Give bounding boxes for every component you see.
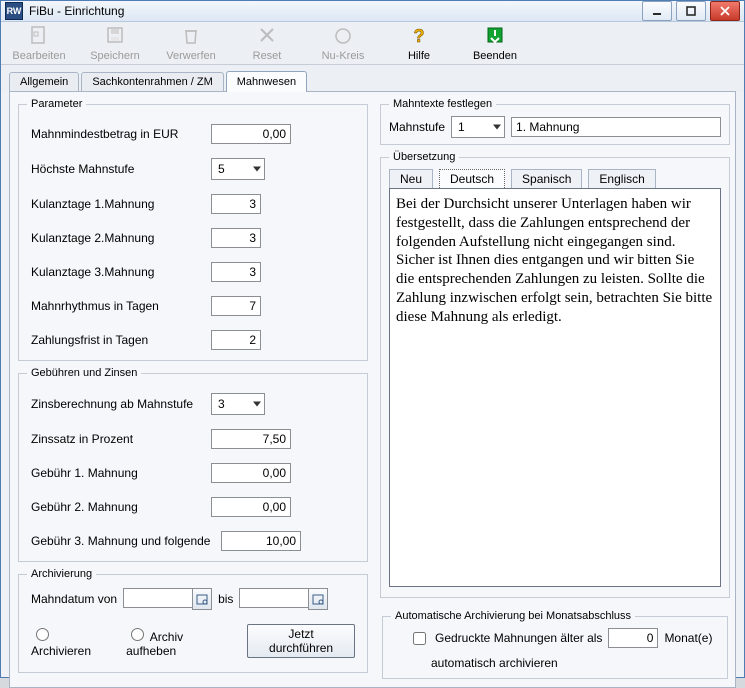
maximize-button[interactable]	[676, 1, 706, 21]
help-button[interactable]: ? Hilfe	[381, 22, 457, 64]
svg-text:?: ?	[414, 26, 425, 46]
minimize-button[interactable]	[642, 1, 672, 21]
tab-mahnwesen[interactable]: Mahnwesen	[226, 71, 307, 92]
auto-archiv-text2: automatisch archivieren	[431, 656, 558, 670]
mahntexte-legend: Mahntexte festlegen	[389, 98, 496, 110]
main-window: RW FiBu - Einrichtung Bearbeiten S	[0, 0, 745, 678]
kulanz2-label: Kulanztage 2.Mahnung	[27, 231, 211, 245]
mahndatum-von-label: Mahndatum von	[31, 592, 117, 606]
jetzt-durchfuehren-button[interactable]: Jetzt durchführen	[247, 624, 355, 658]
uebersetzung-legend: Übersetzung	[389, 151, 459, 163]
trans-tab-neu[interactable]: Neu	[389, 169, 433, 188]
geb1-input[interactable]	[211, 463, 291, 483]
zinsab-label: Zinsberechnung ab Mahnstufe	[27, 397, 211, 411]
mahnmin-input[interactable]	[211, 124, 291, 144]
exit-button[interactable]: Beenden	[457, 22, 533, 64]
zinsab-select[interactable]: 3	[211, 393, 265, 415]
right-column: Mahntexte festlegen Mahnstufe 1 Übersetz…	[376, 92, 738, 687]
gebuehren-legend: Gebühren und Zinsen	[27, 367, 141, 379]
rhythmus-input[interactable]	[211, 296, 261, 316]
uebersetzung-group: Übersetzung Neu Deutsch Spanisch Englisc…	[380, 151, 730, 598]
mahnstufe-select[interactable]: 1	[451, 116, 505, 138]
circle-icon	[331, 24, 355, 48]
trans-tab-englisch[interactable]: Englisch	[588, 169, 655, 188]
floppy-icon	[103, 24, 127, 48]
geb2-input[interactable]	[211, 497, 291, 517]
help-icon: ?	[407, 24, 431, 48]
tab-strip: Allgemein Sachkontenrahmen / ZM Mahnwese…	[1, 65, 744, 92]
window-title: FiBu - Einrichtung	[29, 4, 642, 18]
mahndatum-bis-label: bis	[218, 592, 233, 606]
reset-button: Reset	[229, 22, 305, 64]
kulanz1-input[interactable]	[211, 194, 261, 214]
left-column: Parameter Mahnmindestbetrag in EUR Höchs…	[10, 92, 376, 687]
auto-archiv-text1b: Monat(e)	[664, 631, 712, 645]
zinssatz-input[interactable]	[211, 429, 291, 449]
parameter-legend: Parameter	[27, 98, 86, 110]
geb1-label: Gebühr 1. Mahnung	[27, 466, 211, 480]
mahnung-name-input[interactable]	[511, 117, 721, 137]
geb3-label: Gebühr 3. Mahnung und folgende	[27, 534, 221, 548]
zinssatz-label: Zinssatz in Prozent	[27, 432, 211, 446]
document-icon	[27, 24, 51, 48]
hoechste-select[interactable]: 5	[211, 158, 265, 180]
toolbar: Bearbeiten Speichern Verwerfen Reset Nu-…	[1, 22, 744, 65]
calendar-bis-button[interactable]	[308, 588, 328, 610]
geb2-label: Gebühr 2. Mahnung	[27, 500, 211, 514]
kulanz1-label: Kulanztage 1.Mahnung	[27, 197, 211, 211]
zfrist-label: Zahlungsfrist in Tagen	[27, 333, 211, 347]
auto-archiv-legend: Automatische Archivierung bei Monatsabsc…	[391, 610, 635, 622]
kulanz2-input[interactable]	[211, 228, 261, 248]
edit-button: Bearbeiten	[1, 22, 77, 64]
archiv-group: Archivierung Mahndatum von bis	[18, 568, 368, 673]
close-button[interactable]	[710, 1, 740, 21]
mahntexte-group: Mahntexte festlegen Mahnstufe 1	[380, 98, 730, 145]
radio-aufheben[interactable]: Archiv aufheben	[126, 625, 233, 658]
window-controls	[642, 1, 740, 21]
nukreis-button: Nu-Kreis	[305, 22, 381, 64]
radio-archivieren[interactable]: Archivieren	[31, 625, 112, 658]
trans-tab-spanisch[interactable]: Spanisch	[511, 169, 582, 188]
exit-icon	[483, 24, 507, 48]
auto-archiv-text1a: Gedruckte Mahnungen älter als	[435, 631, 602, 645]
mahndatum-bis-input[interactable]	[239, 588, 309, 608]
mahndatum-von-input[interactable]	[123, 588, 193, 608]
zfrist-input[interactable]	[211, 330, 261, 350]
translation-tabs: Neu Deutsch Spanisch Englisch	[389, 169, 721, 188]
archiv-legend: Archivierung	[27, 568, 96, 580]
tab-page-mahnwesen: Parameter Mahnmindestbetrag in EUR Höchs…	[9, 91, 736, 688]
tab-sachkontenrahmen[interactable]: Sachkontenrahmen / ZM	[81, 72, 223, 92]
translation-textarea[interactable]: Bei der Durchsicht unserer Unterlagen ha…	[389, 188, 721, 587]
title-bar: RW FiBu - Einrichtung	[1, 1, 744, 22]
app-icon: RW	[5, 2, 23, 20]
hoechste-label: Höchste Mahnstufe	[27, 162, 211, 176]
rhythmus-label: Mahnrhythmus in Tagen	[27, 299, 211, 313]
x-icon	[255, 24, 279, 48]
trans-tab-deutsch[interactable]: Deutsch	[439, 169, 505, 188]
tab-allgemein[interactable]: Allgemein	[9, 72, 79, 92]
save-button: Speichern	[77, 22, 153, 64]
mahnmin-label: Mahnmindestbetrag in EUR	[27, 127, 211, 141]
auto-archiv-checkbox[interactable]	[413, 632, 426, 645]
auto-archiv-months-input[interactable]	[608, 628, 658, 648]
kulanz3-input[interactable]	[211, 262, 261, 282]
trash-icon	[179, 24, 203, 48]
discard-button: Verwerfen	[153, 22, 229, 64]
parameter-group: Parameter Mahnmindestbetrag in EUR Höchs…	[18, 98, 368, 361]
auto-archiv-group: Automatische Archivierung bei Monatsabsc…	[382, 610, 728, 679]
geb3-input[interactable]	[221, 531, 301, 551]
kulanz3-label: Kulanztage 3.Mahnung	[27, 265, 211, 279]
gebuehren-group: Gebühren und Zinsen Zinsberechnung ab Ma…	[18, 367, 368, 562]
mahnstufe-label: Mahnstufe	[389, 120, 445, 134]
calendar-von-button[interactable]	[192, 588, 212, 610]
